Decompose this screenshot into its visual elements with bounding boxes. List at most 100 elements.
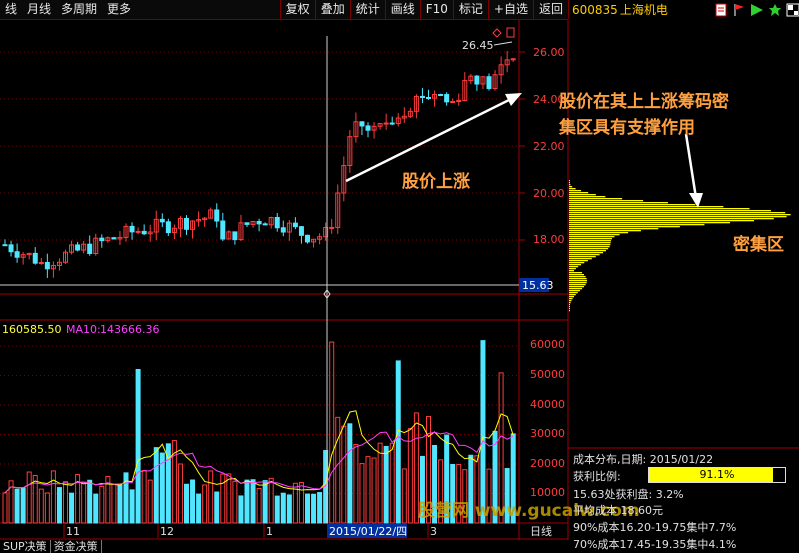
chip-bar: [569, 206, 724, 208]
volume-bar: [305, 493, 310, 524]
candle-body: [129, 225, 135, 233]
chip-bar: [569, 212, 786, 214]
volume-bar: [147, 479, 153, 524]
chip-bar: [569, 190, 582, 192]
tab-sup-decision[interactable]: SUP决策: [0, 540, 51, 553]
tb-month[interactable]: 月线: [22, 0, 56, 19]
chip-bar: [569, 278, 587, 280]
volume-bar: [365, 456, 371, 524]
vol-tick-30000: 30000: [530, 427, 565, 440]
chip-bar: [569, 230, 641, 232]
star-icon[interactable]: [768, 3, 782, 17]
tb-draw[interactable]: 画线: [384, 0, 420, 19]
support-annotation-line1: 股价在其上上涨筹码密: [559, 92, 729, 112]
tab-fund-decision[interactable]: 资金决策: [51, 540, 102, 553]
price-tick-26: 26.00: [533, 46, 565, 59]
stock-header: 600835 上海机电: [568, 0, 799, 19]
price-tick-18: 18.00: [533, 233, 565, 246]
chip-bar: [569, 298, 573, 300]
candle-body: [474, 75, 480, 85]
tb-fuquan[interactable]: 复权: [279, 0, 315, 19]
cost-70: 70%成本17.45-19.35集中4.1%: [573, 538, 737, 551]
chip-bar: [569, 270, 574, 272]
high-price-label: 26.45: [462, 39, 494, 52]
support-annotation-line2: 集区具有支撑作用: [559, 118, 695, 138]
volume-bar: [335, 416, 341, 524]
notes-icon[interactable]: [714, 3, 728, 17]
candle-body: [141, 230, 147, 235]
ma10-value: 143666.36: [100, 323, 160, 336]
volume-bar: [56, 487, 62, 524]
volume-bar: [226, 473, 232, 524]
candle-body: [32, 252, 38, 264]
candle-body: [280, 227, 286, 233]
profit-bar: 91.1%: [648, 467, 786, 483]
volume-bar: [129, 489, 135, 524]
period-label[interactable]: 日线: [530, 524, 552, 538]
tb-stats[interactable]: 统计: [349, 0, 385, 19]
stock-code: 600835: [572, 2, 618, 17]
tb-f10[interactable]: F10: [419, 0, 453, 19]
tb-more[interactable]: 更多: [102, 0, 136, 19]
tb-back[interactable]: 返回: [532, 0, 568, 19]
volume-bar: [38, 488, 44, 524]
candle-body: [426, 97, 431, 100]
candle-body: [444, 94, 450, 103]
chip-bar: [569, 250, 606, 252]
zoom-out-button[interactable]: −: [553, 537, 563, 540]
tb-add-watch[interactable]: +自选: [487, 0, 533, 19]
info-marker: [506, 27, 515, 38]
volume-bar: [50, 470, 56, 524]
volume-bar: [371, 457, 377, 524]
candle-body: [262, 223, 268, 226]
cost-distribution-panel: 成本分布,日期: 2015/01/22 获利比例: 15.63处获利盘: 3.2…: [568, 448, 799, 553]
layout-icon[interactable]: [786, 3, 799, 17]
chip-bar: [569, 238, 612, 240]
candle-body: [359, 121, 365, 127]
zoom-in-button[interactable]: +: [530, 537, 540, 540]
tb-multi-period[interactable]: 多周期: [56, 0, 102, 19]
volume-bar: [329, 341, 335, 524]
profit-value: 91.1%: [699, 468, 735, 481]
arrow-icon[interactable]: [750, 3, 764, 17]
candle-body: [2, 244, 8, 247]
chart-toolbar: 线 月线 多周期 更多 复权 叠加 统计 画线 F10 标记 +自选 返回: [0, 0, 568, 20]
vol-tick-40000: 40000: [530, 398, 565, 411]
time-label-11: 11: [66, 525, 80, 538]
profit-at-price: 15.63处获利盘: 3.2%: [573, 488, 684, 501]
chip-bar: [569, 216, 787, 218]
chip-bar: [569, 246, 610, 248]
chip-bar: [569, 226, 680, 228]
candle-body: [389, 122, 395, 125]
volume-bar: [44, 492, 50, 524]
high-pointer: [493, 41, 513, 46]
volume-bar: [401, 468, 407, 524]
rise-annotation: 股价上涨: [402, 172, 470, 192]
volume-bar: [63, 481, 68, 524]
flag-icon[interactable]: [732, 3, 746, 17]
chip-bar: [569, 268, 576, 270]
chip-bar: [569, 232, 629, 234]
chip-bar: [569, 256, 596, 258]
candle-body: [38, 262, 44, 265]
tb-line[interactable]: 线: [0, 0, 22, 19]
candle-body: [305, 234, 310, 243]
volume-bar: [274, 495, 280, 524]
volume-bar: [286, 494, 292, 524]
chip-bar: [569, 282, 587, 284]
tb-mark[interactable]: 标记: [452, 0, 488, 19]
chip-bar: [569, 194, 596, 196]
chip-bar: [569, 264, 582, 266]
tb-overlay[interactable]: 叠加: [314, 0, 350, 19]
current-price-label: 15.63: [522, 279, 554, 292]
candle-body: [8, 244, 14, 253]
chip-bar: [569, 198, 623, 200]
chip-bar: [569, 260, 588, 262]
bottom-tabs: SUP决策 资金决策: [0, 540, 102, 553]
volume-bar: [208, 470, 214, 524]
volume-bar: [2, 492, 8, 524]
chip-bar: [569, 292, 578, 294]
chip-bar: [569, 208, 750, 210]
chip-bar: [569, 308, 570, 310]
candle-body: [419, 95, 425, 99]
